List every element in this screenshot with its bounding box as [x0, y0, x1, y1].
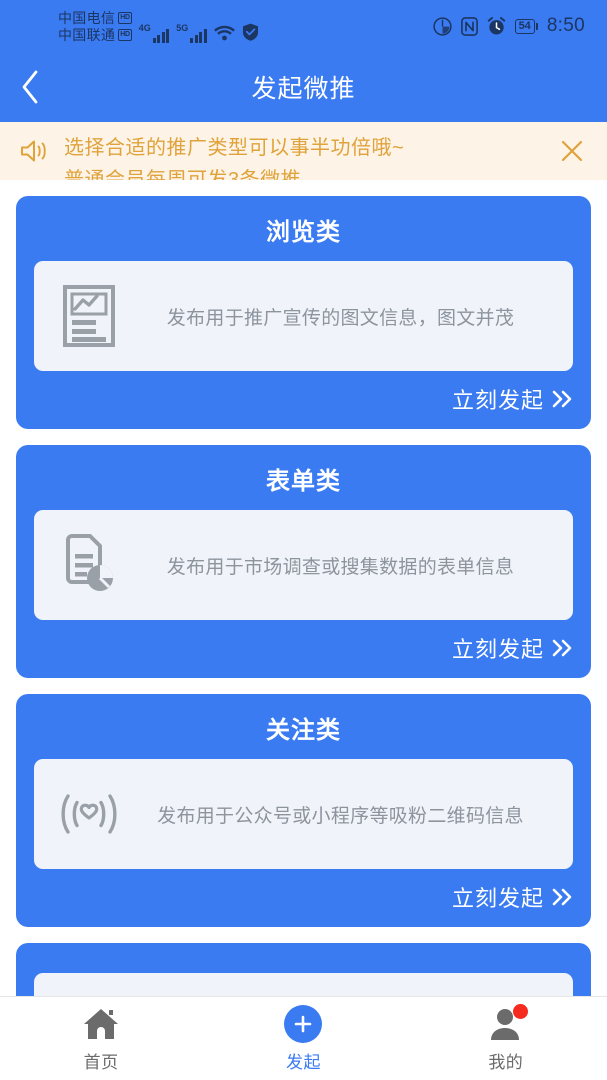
- tab-profile[interactable]: 我的: [405, 997, 607, 1080]
- hd-badge: HD: [118, 11, 132, 24]
- status-bar-left: 中国电信 HD 中国联通 HD 4G 5G: [58, 10, 259, 43]
- cta-label: 立刻发起: [451, 886, 544, 911]
- tab-home[interactable]: 首页: [0, 997, 202, 1080]
- start-now-button[interactable]: 立刻发起: [34, 881, 573, 913]
- close-banner-button[interactable]: [555, 134, 589, 168]
- notification-badge: [512, 1003, 528, 1019]
- app-header: 发起微推: [0, 52, 607, 122]
- carrier-row: 中国联通 HD: [58, 27, 132, 43]
- form-pie-chart-icon: [52, 534, 126, 596]
- promotion-card-partial[interactable]: [16, 943, 591, 996]
- double-chevron-right-icon: [551, 887, 573, 907]
- data-transfer-icon: [432, 16, 452, 36]
- signal-label-4g: 4G: [138, 22, 151, 33]
- home-icon: [82, 1005, 120, 1043]
- page-title: 发起微推: [251, 75, 356, 103]
- carrier-row: 中国电信 HD: [58, 10, 132, 26]
- tab-create[interactable]: 发起: [202, 997, 404, 1080]
- plus-icon: [284, 1004, 323, 1043]
- back-button[interactable]: [0, 52, 60, 122]
- plus-circle: [284, 1004, 323, 1043]
- banner-line-2: 普通会员每周可发3条微推: [64, 169, 302, 180]
- card-description: 发布用于市场调查或搜集数据的表单信息: [166, 556, 515, 578]
- promotion-card-form[interactable]: 表单类 发布用于市场调查或搜集数据的表单信息 立刻发起: [16, 445, 591, 678]
- bottom-tab-bar: 首页 发起 我的: [0, 996, 607, 1080]
- carrier-name: 中国电信: [58, 9, 116, 26]
- card-panel: 发布用于公众号或小程序等吸粉二维码信息: [34, 759, 573, 869]
- nfc-icon: [460, 16, 478, 36]
- banner-marquee: 选择合适的推广类型可以事半功倍哦~ 普通会员每周可发3条微推: [64, 122, 545, 180]
- status-bar-clock: 8:50: [546, 15, 585, 36]
- battery-level: 54: [514, 18, 535, 34]
- signal-group-4g: 4G: [138, 22, 170, 43]
- start-now-button[interactable]: 立刻发起: [34, 383, 573, 415]
- promotion-card-follow[interactable]: 关注类 发布用于公众号或小程序等吸粉二维码信息 立刻发起: [16, 694, 591, 927]
- tab-label: 发起: [285, 1052, 321, 1072]
- shield-icon: [242, 23, 259, 41]
- card-panel: 发布用于推广宣传的图文信息，图文并茂: [34, 261, 573, 371]
- card-description: 发布用于公众号或小程序等吸粉二维码信息: [157, 805, 524, 827]
- double-chevron-right-icon: [551, 389, 573, 409]
- promotion-card-browse[interactable]: 浏览类 发布用于推广宣传的图文信息，图文并茂 立刻发起: [16, 196, 591, 429]
- status-bar: 中国电信 HD 中国联通 HD 4G 5G 54 8:50: [0, 0, 607, 52]
- signal-label-5g: 5G: [176, 22, 189, 33]
- start-now-button[interactable]: 立刻发起: [34, 632, 573, 664]
- phone-screen: 中国电信 HD 中国联通 HD 4G 5G 54 8:50 发起微推 选择合适的…: [0, 0, 607, 1080]
- wifi-icon: [213, 25, 235, 41]
- document-chart-icon: [52, 285, 126, 347]
- chevron-left-icon: [20, 70, 40, 104]
- banner-lines: 选择合适的推广类型可以事半功倍哦~ 普通会员每周可发3条微推: [64, 132, 545, 180]
- signal-bars-icon: [190, 27, 207, 43]
- card-panel: [34, 973, 573, 996]
- card-list[interactable]: 浏览类 发布用于推广宣传的图文信息，图文并茂 立刻发起 表单类 发布用于市场调查…: [0, 180, 607, 996]
- person-icon: [488, 1003, 528, 1043]
- carrier-name: 中国联通: [58, 26, 116, 43]
- battery-indicator: 54: [514, 18, 538, 34]
- card-description: 发布用于推广宣传的图文信息，图文并茂: [166, 307, 515, 329]
- cta-label: 立刻发起: [451, 637, 544, 662]
- signal-bars-icon: [152, 27, 170, 43]
- card-title: 关注类: [266, 717, 341, 744]
- broadcast-heart-icon: [52, 787, 126, 841]
- double-chevron-right-icon: [551, 638, 573, 658]
- announcement-banner: 选择合适的推广类型可以事半功倍哦~ 普通会员每周可发3条微推: [0, 122, 607, 180]
- hd-badge: HD: [118, 28, 132, 41]
- card-title: 表单类: [266, 468, 341, 495]
- speaker-icon: [20, 138, 50, 164]
- alarm-clock-icon: [487, 16, 506, 36]
- battery-cap: [535, 22, 538, 30]
- close-icon: [559, 138, 585, 164]
- carrier-list: 中国电信 HD 中国联通 HD: [58, 10, 132, 43]
- tab-label: 我的: [488, 1052, 524, 1072]
- banner-line-1: 选择合适的推广类型可以事半功倍哦~: [64, 137, 405, 159]
- card-panel: 发布用于市场调查或搜集数据的表单信息: [34, 510, 573, 620]
- signal-group-5g: 5G: [176, 22, 207, 43]
- cta-label: 立刻发起: [451, 388, 544, 413]
- tab-label: 首页: [83, 1052, 119, 1072]
- card-title: 浏览类: [266, 219, 341, 246]
- status-bar-right: 54 8:50: [432, 15, 585, 37]
